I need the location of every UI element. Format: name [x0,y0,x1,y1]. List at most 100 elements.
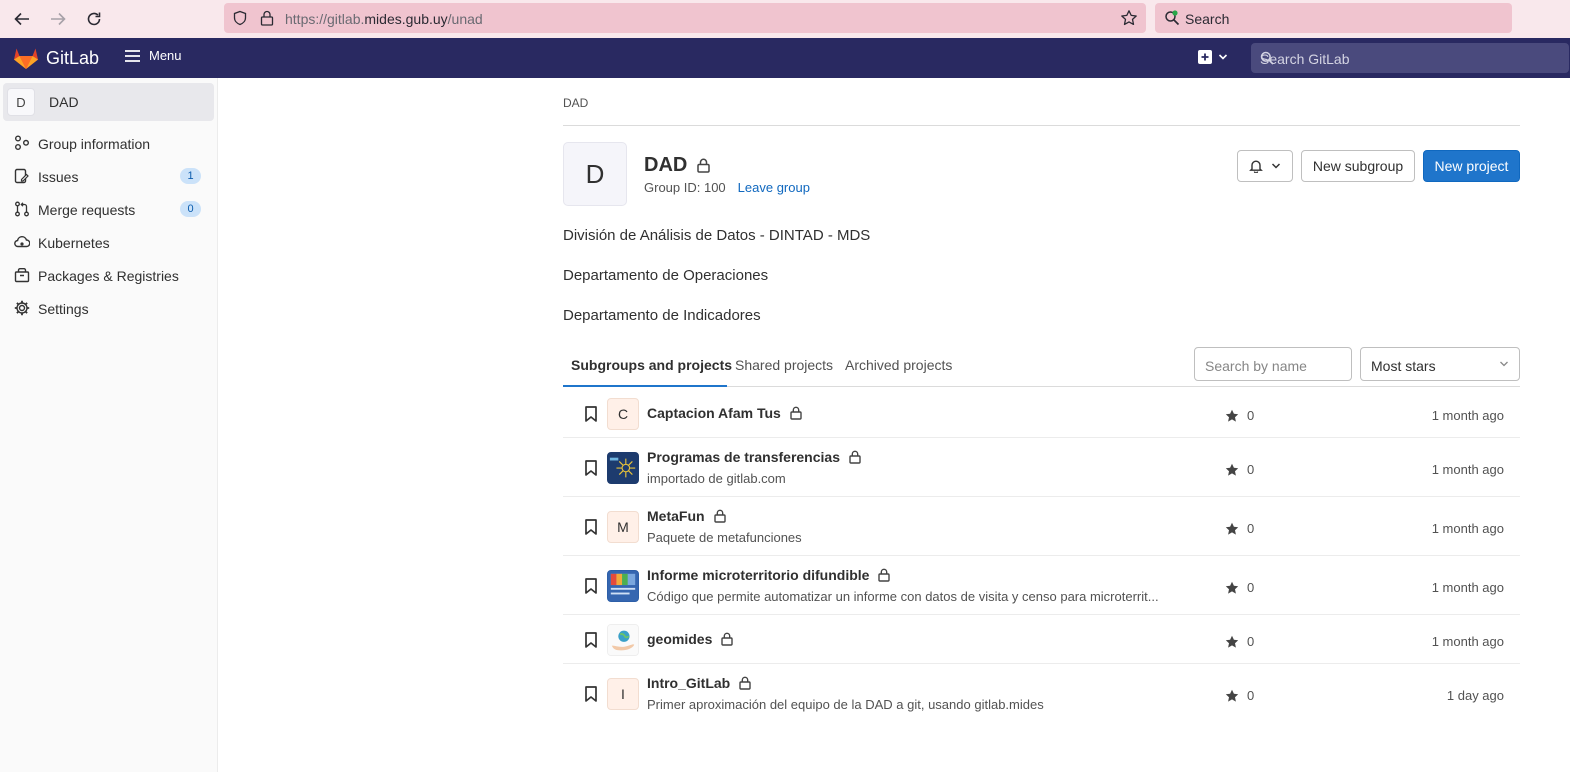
project-avatar-image[interactable] [607,570,639,602]
sidebar-item-issues[interactable]: Issues 1 [0,162,218,190]
forward-arrow-icon[interactable] [46,7,70,31]
sidebar-item-label: Issues [38,169,79,185]
url-text[interactable]: https://gitlab.mides.gub.uy/unad [285,11,483,27]
gitlab-brand-text: GitLab [46,47,100,68]
project-stars[interactable]: 0 [1225,408,1254,423]
project-stars[interactable]: 0 [1225,688,1254,703]
new-subgroup-button[interactable]: New subgroup [1301,150,1415,182]
project-avatar-image[interactable] [607,452,639,484]
sort-label: Most stars [1371,358,1436,374]
star-icon [1225,463,1239,477]
shield-icon[interactable] [232,10,248,26]
project-name: Programas de transferencias [647,449,840,465]
project-row[interactable]: Programas de transferencias importado de… [563,438,1520,497]
lock-icon [713,509,726,523]
group-description-line: Departamento de Indicadores [563,307,761,324]
project-updated: 1 month ago [1431,634,1504,649]
lock-icon [721,632,734,646]
sidebar-context-header[interactable]: D DAD [3,83,214,121]
project-stars[interactable]: 0 [1225,462,1254,477]
tab-archived-projects[interactable]: Archived projects [845,357,952,373]
sidebar-item-kubernetes[interactable]: Kubernetes [0,228,218,256]
active-tab-indicator [563,385,727,387]
bookmark-icon[interactable] [584,460,598,476]
project-title[interactable]: Programas de transferencias [647,449,861,465]
package-icon [14,267,30,283]
star-icon [1225,409,1239,423]
group-meta: Group ID: 100 Leave group [644,180,810,195]
create-new-dropdown[interactable] [1198,50,1228,64]
project-title[interactable]: Informe microterritorio difundible [647,567,891,583]
project-avatar-image[interactable] [607,624,639,656]
project-updated: 1 month ago [1431,580,1504,595]
project-row[interactable]: geomides 0 1 month ago [563,615,1520,664]
tab-shared-projects[interactable]: Shared projects [735,357,833,373]
search-icon [1260,51,1560,65]
breadcrumb[interactable]: DAD [563,96,588,110]
tab-subgroups-and-projects[interactable]: Subgroups and projects [571,357,732,373]
project-name: Captacion Afam Tus [647,405,781,421]
chevron-down-icon [1271,162,1281,170]
project-avatar[interactable]: M [607,511,639,543]
project-row[interactable]: M MetaFun Paquete de metafunciones 0 1 m… [563,497,1520,556]
bookmark-icon[interactable] [584,406,598,422]
project-stars[interactable]: 0 [1225,634,1254,649]
sidebar-item-merge-requests[interactable]: Merge requests 0 [0,195,218,223]
group-title: DAD [644,154,711,177]
star-icon [1225,689,1239,703]
issues-icon [14,168,30,184]
address-bar[interactable]: https://gitlab.mides.gub.uy/unad [224,3,1146,33]
project-avatar[interactable]: I [607,678,639,710]
search-by-name-input[interactable]: Search by name [1194,347,1352,381]
group-id: Group ID: 100 [644,180,726,195]
star-count: 0 [1247,688,1255,703]
bookmark-icon[interactable] [584,686,598,702]
project-updated: 1 day ago [1446,688,1504,703]
bookmark-star-icon[interactable] [1120,9,1138,27]
menu-label: Menu [149,48,182,63]
project-title[interactable]: MetaFun [647,508,726,524]
browser-search-box[interactable]: Search [1155,3,1512,33]
project-row[interactable]: C Captacion Afam Tus 0 1 month ago [563,388,1520,438]
back-arrow-icon[interactable] [10,7,34,31]
notification-dropdown[interactable] [1237,150,1293,182]
merge-requests-count-badge: 0 [180,201,201,217]
project-title[interactable]: Intro_GitLab [647,675,751,691]
star-count: 0 [1247,634,1255,649]
star-count: 0 [1247,521,1255,536]
menu-button[interactable]: Menu [125,48,182,63]
padlock-icon[interactable] [260,10,274,26]
project-title[interactable]: Captacion Afam Tus [647,405,802,421]
gitlab-search-input[interactable]: Search GitLab [1251,43,1569,73]
bookmark-icon[interactable] [584,519,598,535]
reload-icon[interactable] [82,7,106,31]
sidebar-item-label: Packages & Registries [38,268,179,284]
leave-group-link[interactable]: Leave group [738,180,810,195]
lock-icon [790,406,802,420]
kubernetes-icon [14,234,30,250]
project-row[interactable]: I Intro_GitLab Primer aproximación del e… [563,664,1520,724]
sidebar-item-group-information[interactable]: Group information [0,129,218,157]
project-title[interactable]: geomides [647,631,734,647]
group-name: DAD [644,154,688,176]
new-project-button[interactable]: New project [1423,150,1520,182]
bookmark-icon[interactable] [584,578,598,594]
sidebar-item-label: Merge requests [38,202,136,218]
sidebar-item-settings[interactable]: Settings [0,294,218,322]
sidebar-item-label: Kubernetes [38,235,110,251]
plus-square-icon [1198,50,1212,64]
project-stars[interactable]: 0 [1225,580,1254,595]
gitlab-home-link[interactable]: GitLab [13,46,99,70]
project-avatar[interactable]: C [607,398,639,430]
star-icon [1225,581,1239,595]
bookmark-icon[interactable] [584,632,598,648]
hamburger-icon [125,49,140,62]
project-stars[interactable]: 0 [1225,521,1254,536]
project-name: geomides [647,631,713,647]
project-row[interactable]: Informe microterritorio difundible Códig… [563,556,1520,615]
lock-icon [849,450,861,464]
sort-dropdown[interactable]: Most stars [1360,347,1520,381]
search-engine-icon [1164,10,1180,26]
breadcrumb-divider [563,125,1520,126]
sidebar-item-packages-registries[interactable]: Packages & Registries [0,261,218,289]
